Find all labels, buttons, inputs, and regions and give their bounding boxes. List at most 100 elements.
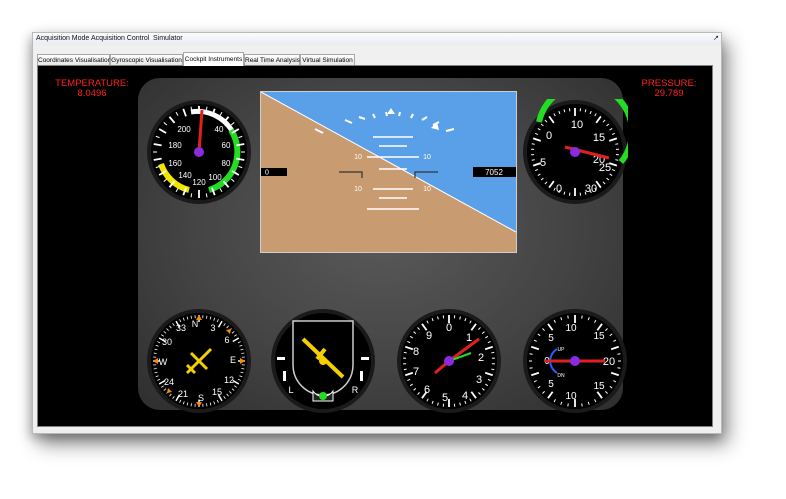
pin-icon[interactable]: ↗ <box>713 34 719 42</box>
vsi-dn-label: DN <box>557 373 565 379</box>
tick-mark <box>403 368 407 371</box>
tick-mark <box>615 159 619 161</box>
pitch-label: 10 <box>354 186 362 193</box>
tick-mark <box>403 351 407 354</box>
heading-label: 30 <box>162 337 172 347</box>
pressure-value: 29.789 <box>654 88 684 99</box>
slip-ball <box>319 392 327 400</box>
pressure-readout: PRESSURE: 29.789 <box>634 79 704 99</box>
heading-label: 21 <box>178 389 188 399</box>
temperature-readout: TEMPERATURE: 8.0496 <box>52 79 132 99</box>
tick-mark <box>190 106 193 111</box>
altimeter-label: 15 <box>593 132 605 144</box>
vsi-up-label: UP <box>558 347 566 353</box>
vsi-label: 10 <box>565 391 577 402</box>
tick-mark <box>205 193 208 198</box>
altimeter-hub <box>570 147 580 157</box>
heading-label: N <box>192 319 199 329</box>
tab-real-time-analysis[interactable]: Real Time Analysis <box>244 54 300 65</box>
clock-label: 3 <box>476 374 482 386</box>
left-readout-value: 0 <box>265 170 269 177</box>
vsi-label: 5 <box>548 333 554 344</box>
clock-gauge: 0 1 2 3 4 5 6 7 8 9 <box>397 309 501 413</box>
pitch-label: 10 <box>354 154 362 161</box>
tick-mark <box>205 106 208 111</box>
cockpit-view: TEMPERATURE: 8.0496 PRESSURE: 29.789 40 … <box>37 65 713 427</box>
tick-mark <box>531 143 535 145</box>
airspeed-hub <box>194 147 204 157</box>
heading-label: 3 <box>210 323 215 333</box>
heading-label: W <box>159 357 168 367</box>
altimeter-label: 25 <box>599 162 611 174</box>
tick-mark <box>615 143 619 145</box>
vsi-label: 15 <box>593 331 605 342</box>
tab-cockpit-instruments[interactable]: Cockpit Instruments <box>183 52 244 66</box>
heading-label: E <box>230 355 236 365</box>
airspeed-label: 100 <box>208 173 222 182</box>
airspeed-label: 80 <box>222 159 231 168</box>
heading-label: S <box>198 393 204 403</box>
heading-label: 33 <box>176 323 186 333</box>
heading-label: 24 <box>164 377 174 387</box>
turn-right-label: R <box>352 385 359 395</box>
heading-label: 12 <box>224 375 234 385</box>
airspeed-indicator: 40 60 80 100 120 140 160 180 200 <box>147 100 251 204</box>
clock-label: 2 <box>478 352 484 364</box>
tick-mark <box>241 368 245 370</box>
tab-virtual-simulation[interactable]: Virtual Simulation <box>300 54 355 65</box>
vsi-label: 10 <box>565 323 577 334</box>
tab-gyroscopic-visualisation[interactable]: Gyroscopic Visualisation <box>110 54 183 65</box>
turn-coordinator: L R <box>271 309 375 413</box>
clock-label: 0 <box>446 322 452 334</box>
tick-mark <box>491 351 495 354</box>
airspeed-label: 160 <box>168 159 182 168</box>
clock-hub <box>444 356 454 366</box>
menu-simulator[interactable]: Simulator <box>153 35 183 42</box>
tick-mark <box>206 403 208 407</box>
menu-acquisition-mode[interactable]: Acquisition Mode <box>36 35 89 42</box>
tab-bar: Coordinates Visualisation Gyroscopic Vis… <box>37 52 717 66</box>
clock-label: 6 <box>424 384 430 396</box>
tick-mark <box>190 403 192 407</box>
clock-label: 4 <box>462 390 468 402</box>
airspeed-label: 200 <box>177 125 191 134</box>
menu-bar: Acquisition Mode Acquisition Control Sim… <box>33 33 721 45</box>
airspeed-label: 140 <box>178 171 192 180</box>
tick-mark <box>241 352 245 354</box>
airspeed-label: 120 <box>192 178 206 187</box>
airspeed-label: 40 <box>215 125 224 134</box>
altimeter-label: 30 <box>585 183 597 195</box>
heading-indicator: N 3 6 E 12 15 S 21 24 W 30 33 <box>147 309 251 413</box>
altimeter-label: 5 <box>540 157 546 169</box>
pitch-label: 10 <box>423 154 431 161</box>
app-window: Acquisition Mode Acquisition Control Sim… <box>32 32 722 434</box>
vertical-speed-indicator: 0 5 10 15 20 15 10 5 UP DN <box>523 309 627 413</box>
vsi-label: 15 <box>593 381 605 392</box>
vsi-label: 5 <box>548 379 554 390</box>
heading-label: 15 <box>212 387 222 397</box>
tick-mark <box>190 193 193 198</box>
clock-label: 5 <box>442 392 448 404</box>
right-readout-value: 7052 <box>485 168 503 177</box>
temperature-value: 8.0496 <box>77 88 107 99</box>
menu-acquisition-control[interactable]: Acquisition Control <box>91 35 149 42</box>
airspeed-label: 180 <box>168 141 182 150</box>
tick-mark <box>206 315 208 319</box>
heading-label: 6 <box>224 335 229 345</box>
turn-left-label: L <box>288 385 293 395</box>
altimeter-label: 0 <box>546 130 552 142</box>
clock-label: 7 <box>413 366 419 378</box>
tab-coordinates-visualisation[interactable]: Coordinates Visualisation <box>37 54 111 65</box>
tick-mark <box>491 368 495 371</box>
pitch-label: 10 <box>423 186 431 193</box>
altimeter-label: 0 <box>556 183 562 195</box>
clock-label: 1 <box>466 332 472 344</box>
altimeter-label: 10 <box>571 119 583 131</box>
attitude-indicator: 10 10 10 10 0 7052 <box>260 91 517 253</box>
altimeter: 0 5 10 15 20 25 30 0 <box>523 99 628 204</box>
tick-mark <box>153 368 157 370</box>
airspeed-label: 60 <box>222 141 231 150</box>
vsi-hub <box>570 356 580 366</box>
clock-label: 8 <box>413 346 419 358</box>
clock-label: 9 <box>426 330 432 342</box>
